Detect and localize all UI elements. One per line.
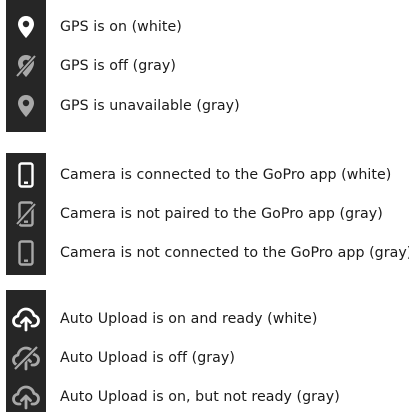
legend-row-upload-on: Auto Upload is on and ready (white) — [6, 300, 409, 338]
phone-off-icon — [6, 195, 46, 233]
legend-label: Camera is connected to the GoPro app (wh… — [60, 167, 392, 183]
legend-row-app-not-paired: Camera is not paired to the GoPro app (g… — [6, 195, 409, 233]
legend-label: GPS is off (gray) — [60, 58, 176, 74]
legend-label: Camera is not connected to the GoPro app… — [60, 245, 409, 261]
legend-label: Auto Upload is off (gray) — [60, 350, 235, 366]
legend-row-upload-not-ready: Auto Upload is on, but not ready (gray) — [6, 378, 409, 416]
cloud-upload-off-icon — [6, 339, 46, 377]
location-pin-off-icon — [6, 47, 46, 85]
location-pin-icon — [6, 87, 46, 125]
legend-row-gps-on: GPS is on (white) — [6, 8, 409, 46]
legend-label: Auto Upload is on, but not ready (gray) — [60, 389, 340, 405]
legend-label: GPS is on (white) — [60, 19, 182, 35]
legend-row-app-not-connected: Camera is not connected to the GoPro app… — [6, 234, 409, 272]
cloud-upload-icon — [6, 300, 46, 338]
gps-status-legend: GPS is on (white) GPS is off (gray) GPS … — [0, 0, 409, 132]
app-connection-legend: Camera is connected to the GoPro app (wh… — [0, 153, 409, 275]
legend-label: Camera is not paired to the GoPro app (g… — [60, 206, 383, 222]
legend-row-upload-off: Auto Upload is off (gray) — [6, 339, 409, 377]
legend-label: Auto Upload is on and ready (white) — [60, 311, 318, 327]
legend-row-gps-off: GPS is off (gray) — [6, 47, 409, 85]
legend-row-app-connected: Camera is connected to the GoPro app (wh… — [6, 156, 409, 194]
auto-upload-legend: Auto Upload is on and ready (white) Auto… — [0, 290, 409, 412]
phone-icon — [6, 156, 46, 194]
location-pin-icon — [6, 8, 46, 46]
cloud-upload-icon — [6, 378, 46, 416]
legend-label: GPS is unavailable (gray) — [60, 98, 240, 114]
legend-row-gps-unavailable: GPS is unavailable (gray) — [6, 87, 409, 125]
phone-icon — [6, 234, 46, 272]
